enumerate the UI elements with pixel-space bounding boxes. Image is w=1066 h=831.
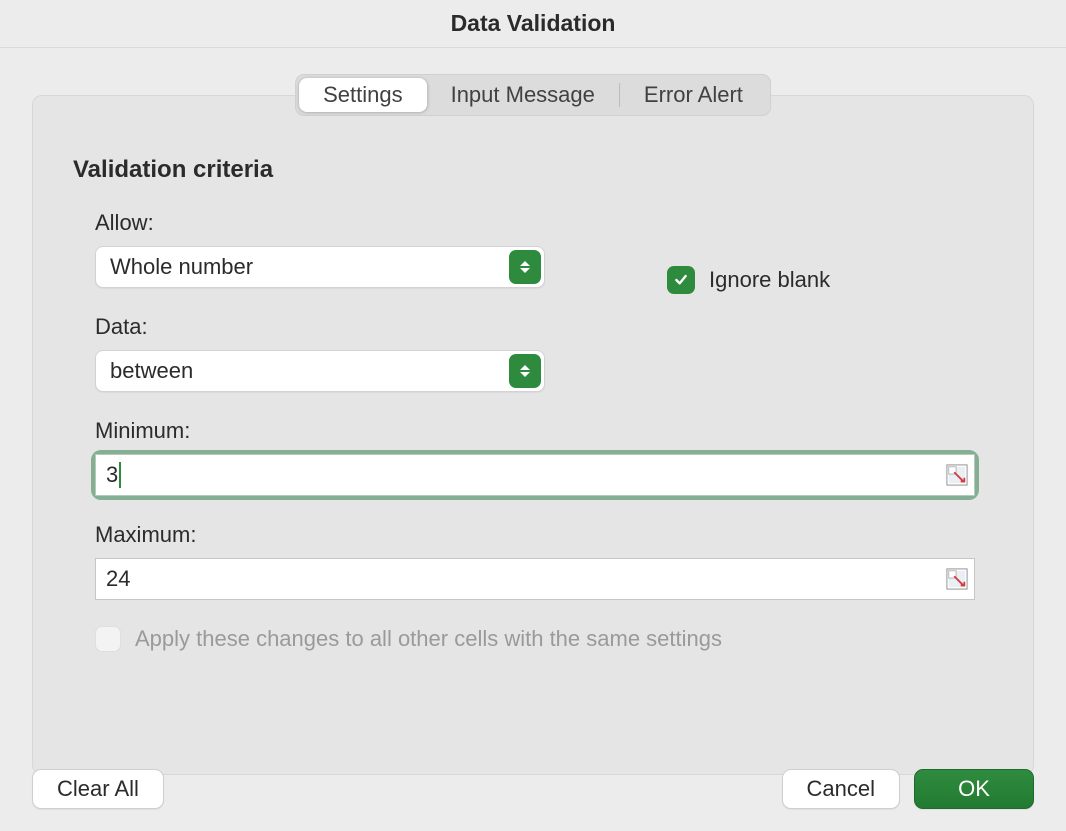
data-label: Data: <box>95 314 993 340</box>
allow-select[interactable]: Whole number <box>95 246 545 288</box>
minimum-input[interactable]: 3 <box>95 454 975 496</box>
clear-all-label: Clear All <box>57 776 139 802</box>
cancel-label: Cancel <box>807 776 875 802</box>
tab-settings[interactable]: Settings <box>299 78 427 112</box>
data-select-value: between <box>110 358 193 384</box>
range-picker-icon[interactable] <box>946 464 968 486</box>
ignore-blank-label: Ignore blank <box>709 267 830 293</box>
apply-all-label: Apply these changes to all other cells w… <box>135 626 722 652</box>
dialog-button-row: Clear All Cancel OK <box>32 769 1034 809</box>
fields-container: Allow: Whole number <box>95 210 993 652</box>
dialog-title: Data Validation <box>451 10 616 37</box>
maximum-label: Maximum: <box>95 522 993 548</box>
range-picker-icon[interactable] <box>946 568 968 590</box>
maximum-input[interactable]: 24 <box>95 558 975 600</box>
ok-label: OK <box>958 776 990 802</box>
minimum-value: 3 <box>106 462 118 488</box>
allow-select-value: Whole number <box>110 254 253 280</box>
tab-bar: Settings Input Message Error Alert <box>295 74 771 116</box>
tab-error-alert[interactable]: Error Alert <box>620 78 767 112</box>
maximum-value: 24 <box>106 566 130 592</box>
ignore-blank-checkbox[interactable] <box>667 266 695 294</box>
tab-input-message[interactable]: Input Message <box>427 78 619 112</box>
ok-button[interactable]: OK <box>914 769 1034 809</box>
chevron-up-down-icon <box>509 354 541 388</box>
minimum-label: Minimum: <box>95 418 993 444</box>
dialog-body: Settings Input Message Error Alert Valid… <box>0 48 1066 831</box>
clear-all-button[interactable]: Clear All <box>32 769 164 809</box>
apply-all-row: Apply these changes to all other cells w… <box>95 626 993 652</box>
data-select[interactable]: between <box>95 350 545 392</box>
tab-error-alert-label: Error Alert <box>644 82 743 108</box>
cancel-button[interactable]: Cancel <box>782 769 900 809</box>
apply-all-checkbox <box>95 626 121 652</box>
dialog-titlebar: Data Validation <box>0 0 1066 48</box>
tab-input-message-label: Input Message <box>451 82 595 108</box>
section-title: Validation criteria <box>73 156 993 184</box>
text-caret <box>119 462 121 488</box>
chevron-up-down-icon <box>509 250 541 284</box>
allow-label: Allow: <box>95 210 993 236</box>
tab-settings-label: Settings <box>323 82 403 108</box>
settings-panel: Validation criteria Allow: Whole number <box>32 95 1034 775</box>
check-icon <box>673 272 689 288</box>
ignore-blank-row: Ignore blank <box>667 266 830 294</box>
